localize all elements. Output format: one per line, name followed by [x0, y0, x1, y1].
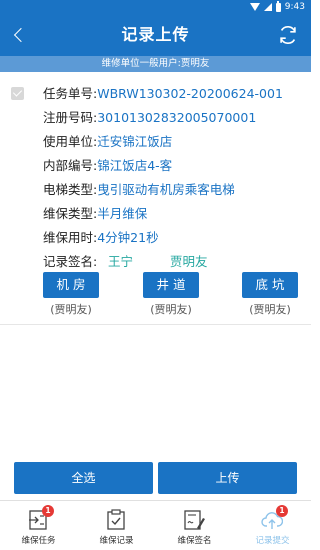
pit-person: (贾明友): [249, 303, 291, 316]
elevator-type-value: 曳引驱动有机房乘客电梯: [97, 182, 235, 197]
maintenance-type-value: 半月维保: [97, 206, 148, 221]
signal-icon: [263, 3, 272, 11]
record-signature-row: 记录签名: 王宁 贾明友: [43, 250, 308, 274]
refresh-icon: [280, 25, 296, 45]
field-label: 注册号码:: [43, 110, 98, 125]
nav-item-record-submit[interactable]: 1 记录提交: [234, 501, 311, 550]
clipboard-check-icon: [107, 509, 125, 530]
field-label: 维保类型:: [43, 206, 98, 221]
pit-button[interactable]: 底坑: [242, 272, 298, 298]
nav-label: 维保签名: [177, 536, 212, 546]
user-unit-row: 使用单位:迁安锦江饭店: [43, 130, 308, 154]
signature-name: 贾明友: [170, 254, 208, 269]
internal-number-row: 内部编号:锦江饭店4-客: [43, 154, 308, 178]
machine-room-button[interactable]: 机房: [43, 272, 99, 298]
app-bar: 记录上传: [0, 14, 311, 56]
machine-room-person: (贾明友): [50, 303, 92, 316]
back-button[interactable]: [4, 20, 34, 50]
field-label: 电梯类型:: [43, 182, 98, 197]
field-label: 内部编号:: [43, 158, 98, 173]
upload-button[interactable]: 上传: [158, 462, 297, 494]
nav-item-maintenance-records[interactable]: 维保记录: [78, 501, 155, 550]
select-all-button[interactable]: 全选: [14, 462, 153, 494]
machine-room-group: 机房 (贾明友): [43, 272, 99, 317]
page-title: 记录上传: [121, 25, 190, 44]
status-time: 9:43: [284, 2, 305, 12]
maintenance-duration-row: 维保用时:4分钟21秒: [43, 226, 308, 250]
maintenance-type-row: 维保类型:半月维保: [43, 202, 308, 226]
bottom-nav: 1 维保任务 维保记录 维保签名 1 记录提交: [0, 500, 311, 550]
user-unit-value: 迁安锦江饭店: [97, 134, 173, 149]
task-number-row: 任务单号:WBRW130302-20200624-001: [43, 82, 308, 106]
divider: [0, 324, 311, 325]
task-number-value: WBRW130302-20200624-001: [97, 86, 283, 101]
nav-item-maintenance-signature[interactable]: 维保签名: [156, 501, 233, 550]
field-label: 使用单位:: [43, 134, 98, 149]
elevator-type-row: 电梯类型:曳引驱动有机房乘客电梯: [43, 178, 308, 202]
signature-icon: [184, 510, 205, 530]
battery-icon: [275, 1, 281, 12]
nav-item-maintenance-tasks[interactable]: 1 维保任务: [0, 501, 77, 550]
notification-badge: 1: [42, 505, 54, 517]
pit-group: 底坑 (贾明友): [242, 272, 298, 317]
field-label: 记录签名:: [43, 254, 98, 269]
registration-number-value: 30101302832005070001: [97, 110, 257, 125]
user-banner: 维修单位一般用户:贾明友: [0, 56, 311, 72]
record-checkbox[interactable]: [11, 87, 24, 100]
wifi-icon: [249, 3, 260, 11]
status-indicators: 9:43: [249, 0, 305, 14]
maintenance-duration-value: 4分钟21秒: [97, 230, 159, 245]
signature-name: 王宁: [108, 254, 134, 269]
record-info: 任务单号:WBRW130302-20200624-001 注册号码:301013…: [43, 82, 308, 274]
chevron-left-icon: [13, 27, 29, 43]
nav-label: 维保任务: [21, 536, 56, 546]
registration-number-row: 注册号码:30101302832005070001: [43, 106, 308, 130]
notification-badge: 1: [276, 505, 288, 517]
refresh-button[interactable]: [275, 22, 301, 48]
field-label: 任务单号:: [43, 86, 98, 101]
shaft-group: 井道 (贾明友): [143, 272, 199, 317]
shaft-button[interactable]: 井道: [143, 272, 199, 298]
status-bar: 9:43: [0, 0, 311, 14]
internal-number-value: 锦江饭店4-客: [97, 158, 173, 173]
nav-label: 维保记录: [99, 536, 134, 546]
field-label: 维保用时:: [43, 230, 98, 245]
shaft-person: (贾明友): [150, 303, 192, 316]
nav-label: 记录提交: [255, 536, 290, 546]
